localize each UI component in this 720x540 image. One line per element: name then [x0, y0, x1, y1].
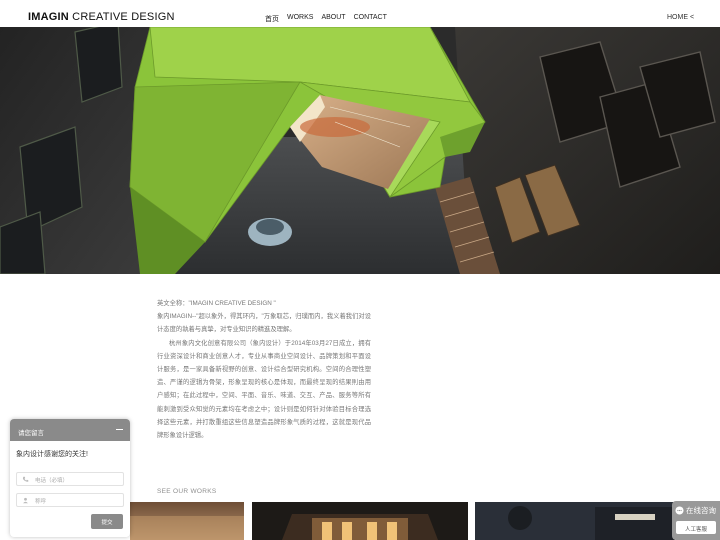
phone-placeholder: 电话（必填） [35, 478, 69, 484]
name-field[interactable]: 称呼 [16, 493, 124, 507]
consult-title-row: 在线咨询 [675, 505, 716, 516]
home-link[interactable]: HOME < [667, 14, 694, 21]
message-panel: 请您留言 象内设计感谢您的关注! 电话（必填） 称呼 提交 [10, 419, 130, 537]
phone-field[interactable]: 电话（必填） [16, 472, 124, 486]
intro-slogan: 象内IMAGIN--"超以象外，得其环内，"万象取芯，归璞而内，我义着我们对设计… [157, 313, 371, 334]
work-thumbnail[interactable] [130, 502, 244, 540]
nav-item-about[interactable]: ABOUT [321, 14, 345, 24]
chat-icon [675, 506, 684, 515]
intro-english-name: 英文全称："IMAGIN CREATIVE DESIGN " [157, 300, 276, 307]
hero-image [0, 27, 720, 274]
company-intro: 英文全称："IMAGIN CREATIVE DESIGN " 象内IMAGIN-… [157, 297, 371, 442]
user-icon [23, 497, 28, 504]
consult-title: 在线咨询 [686, 506, 716, 515]
online-consult-widget: 在线咨询 人工客服 [672, 501, 720, 540]
name-placeholder: 称呼 [35, 499, 47, 505]
logo-rest: CREATIVE DESIGN [68, 11, 175, 23]
submit-button[interactable]: 提交 [91, 514, 123, 529]
message-panel-title: 请您留言 [18, 430, 44, 437]
logo-bold: IMAGIN [28, 11, 69, 23]
work-thumbnail[interactable] [475, 502, 675, 540]
nav-item-works[interactable]: WORKS [287, 14, 313, 24]
message-greeting: 象内设计感谢您的关注! [16, 451, 88, 458]
minimize-icon[interactable] [116, 425, 124, 433]
site-logo[interactable]: IMAGIN CREATIVE DESIGN [28, 11, 175, 23]
nav-item-home[interactable]: 首页 [265, 14, 279, 24]
intro-body: 杭州象内文化创意有限公司（象内设计）于2014年03月27日成立，拥有行业资深设… [157, 339, 371, 440]
work-thumbnail[interactable] [252, 502, 468, 540]
site-header: IMAGIN CREATIVE DESIGN 首页 WORKS ABOUT CO… [0, 0, 720, 27]
nav-item-contact[interactable]: CONTACT [354, 14, 387, 24]
message-panel-header: 请您留言 [10, 419, 130, 441]
human-service-button[interactable]: 人工客服 [676, 521, 716, 534]
main-nav: 首页 WORKS ABOUT CONTACT [265, 14, 387, 24]
see-works-heading: SEE OUR WORKS [157, 488, 217, 495]
phone-icon [22, 476, 29, 482]
